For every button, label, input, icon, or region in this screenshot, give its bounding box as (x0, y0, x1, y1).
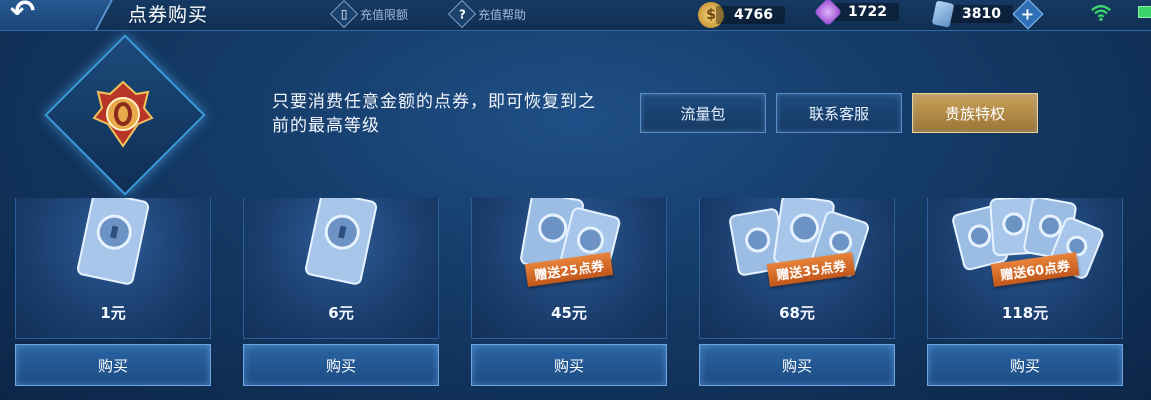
voucher-icon (931, 0, 955, 28)
back-arrow-icon[interactable]: ↶ (10, 0, 35, 29)
recharge-help-link[interactable]: ? 充值帮助 (447, 0, 527, 29)
buy-button-3[interactable]: 购买 (471, 344, 667, 386)
card-icon: ▯ (329, 0, 359, 29)
top-bar: ↶ 点券购买 ▯ 充值限额 ? 充值帮助 $ 4766 1722 3810 + (0, 0, 1151, 31)
add-voucher-button[interactable]: + (1012, 0, 1044, 30)
product-card-3[interactable]: 赠送25点券 45元 (471, 198, 667, 339)
product-card-1[interactable]: 1元 (15, 198, 211, 339)
product-card-5[interactable]: 赠送60点券 118元 (927, 198, 1123, 339)
buy-button-1[interactable]: 购买 (15, 344, 211, 386)
gold-coin-value: 4766 (716, 6, 785, 24)
product-price: 45元 (551, 304, 587, 322)
diamond-balance: 1722 (813, 0, 899, 27)
product-price: 6元 (328, 304, 354, 322)
buy-button-5[interactable]: 购买 (927, 344, 1123, 386)
recharge-limit-link[interactable]: ▯ 充值限额 (329, 0, 409, 29)
product-card-4[interactable]: 赠送35点券 68元 (699, 198, 895, 339)
voucher-icon (304, 198, 378, 285)
noble-emblem-icon (92, 80, 154, 148)
recharge-limit-label: 充值限额 (360, 7, 409, 22)
voucher-value: 3810 (944, 5, 1013, 23)
battery-icon (1138, 6, 1151, 18)
product-price: 1元 (100, 304, 126, 322)
buy-button-2[interactable]: 购买 (243, 344, 439, 386)
page-title: 点券购买 (128, 4, 209, 26)
contact-support-button[interactable]: 联系客服 (776, 93, 902, 133)
product-card-2[interactable]: 6元 (243, 198, 439, 339)
wifi-icon (1091, 4, 1111, 22)
gold-coin-balance: $ 4766 (698, 2, 785, 28)
voucher-balance: 3810 + (931, 0, 1044, 30)
buy-button-4[interactable]: 购买 (699, 344, 895, 386)
voucher-pile-icon (952, 198, 1104, 279)
voucher-stack-icon (520, 198, 621, 277)
recharge-help-label: 充值帮助 (478, 7, 527, 22)
voucher-icon (76, 198, 150, 285)
noble-privilege-button[interactable]: 贵族特权 (912, 93, 1038, 133)
question-icon: ? (447, 0, 477, 29)
product-price: 118元 (1001, 304, 1049, 322)
data-package-button[interactable]: 流量包 (640, 93, 766, 133)
product-price: 68元 (779, 304, 815, 322)
level-restore-notice: 只要消费任意金额的点券，即可恢复到之前的最高等级 (272, 92, 596, 136)
